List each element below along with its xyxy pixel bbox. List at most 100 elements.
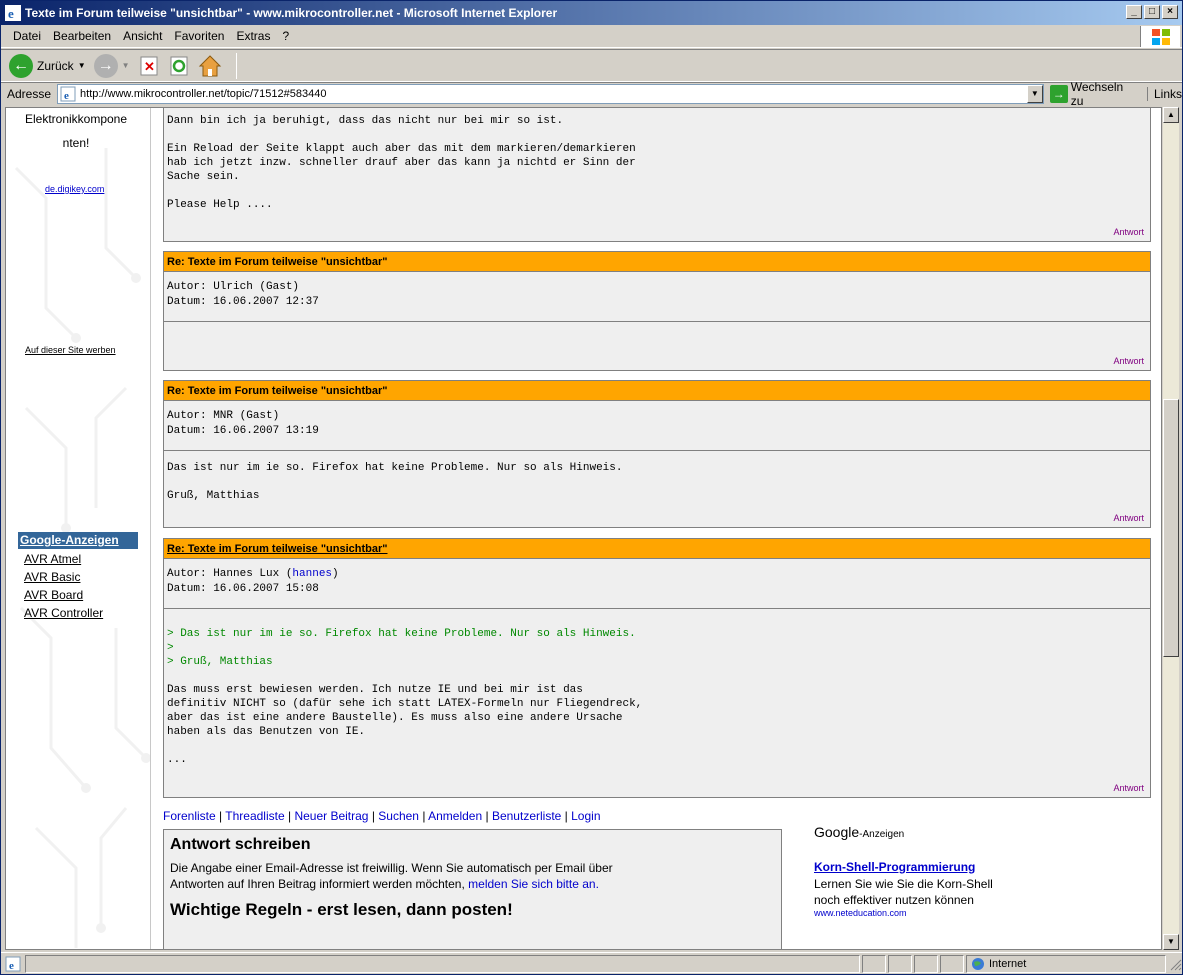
ad-title-link[interactable]: Korn-Shell-Programmierung (814, 860, 1014, 874)
google-ads-heading[interactable]: Google-Anzeigen (18, 532, 138, 549)
post-title: Re: Texte im Forum teilweise "unsichtbar… (164, 381, 1150, 401)
window-title: Texte im Forum teilweise "unsichtbar" - … (25, 6, 558, 20)
author-prefix: Autor: Hannes Lux ( (167, 568, 293, 580)
post-meta: Autor: Ulrich (Gast) Datum: 16.06.2007 1… (164, 272, 1150, 322)
post-body-hidden: ‾ ˙ ‾ ‾ ˙ ‾ ‾ ˙ ‾ ‾ ˙ ‾ ‾ ˙ ‾ ‾ ˙ (164, 322, 1150, 340)
forum-post: Re: Texte im Forum teilweise "unsichtbar… (163, 380, 1151, 528)
reply-link[interactable]: Antwort (1113, 227, 1144, 237)
go-button[interactable]: → Wechseln zu (1049, 80, 1139, 108)
address-dropdown-icon[interactable]: ▼ (1026, 85, 1043, 103)
circuit-pattern (14, 148, 151, 948)
go-arrow-icon: → (1049, 85, 1068, 103)
link-threadliste[interactable]: Threadliste (225, 809, 284, 823)
minimize-button[interactable]: _ (1126, 5, 1142, 19)
post-body: Das ist nur im ie so. Firefox hat keine … (167, 462, 623, 502)
address-input[interactable]: e http://www.mikrocontroller.net/topic/7… (57, 84, 1044, 104)
ad-url[interactable]: www.neteducation.com (814, 908, 1014, 918)
sidebar-ad-url[interactable]: de.digikey.com (45, 184, 104, 194)
menu-help[interactable]: ? (276, 29, 295, 43)
post-body: Dann bin ich ja beruhigt, dass das nicht… (167, 115, 636, 211)
home-button[interactable] (198, 54, 222, 78)
status-cell (888, 954, 912, 973)
menu-favoriten[interactable]: Favoriten (168, 29, 230, 43)
login-link[interactable]: melden Sie sich bitte an. (468, 877, 599, 891)
reply-link[interactable]: Antwort (1113, 783, 1144, 793)
link-forenliste[interactable]: Forenliste (163, 809, 216, 823)
google-ad-avr-controller[interactable]: AVR Controller (24, 606, 103, 620)
browser-window: e Texte im Forum teilweise "unsichtbar" … (0, 0, 1183, 975)
google-ad-avr-basic[interactable]: AVR Basic (24, 570, 80, 584)
menu-datei[interactable]: Datei (7, 29, 47, 43)
svg-text:e: e (64, 90, 69, 102)
menu-ansicht[interactable]: Ansicht (117, 29, 168, 43)
resize-grip-icon[interactable] (1168, 957, 1182, 971)
address-url: http://www.mikrocontroller.net/topic/715… (80, 88, 327, 100)
stop-button[interactable]: ✕ (138, 55, 160, 77)
menu-bearbeiten[interactable]: Bearbeiten (47, 29, 117, 43)
answer-info: Die Angabe einer Email-Adresse ist freiw… (170, 860, 630, 892)
svg-text:e: e (8, 6, 14, 21)
vertical-scrollbar[interactable]: ▲ ▼ (1162, 107, 1179, 950)
google-ad-avr-board[interactable]: AVR Board (24, 588, 83, 602)
post-meta: Autor: Hannes Lux (hannes) Datum: 16.06.… (164, 559, 1150, 609)
forum-post: Dann bin ich ja beruhigt, dass das nicht… (163, 108, 1151, 242)
google-ads-box: Google-Anzeigen Korn-Shell-Programmierun… (814, 824, 1014, 918)
close-button[interactable]: × (1162, 5, 1178, 19)
svg-text:✕: ✕ (144, 59, 155, 74)
status-cell (914, 954, 938, 973)
back-label: Zurück (37, 58, 74, 73)
menu-bar: Datei Bearbeiten Ansicht Favoriten Extra… (1, 25, 1182, 48)
windows-flag-icon (1151, 28, 1170, 45)
status-bar: e Internet (1, 952, 1182, 974)
status-cell (862, 954, 886, 973)
answer-title: Antwort schreiben (170, 836, 311, 853)
link-anmelden[interactable]: Anmelden (428, 809, 482, 823)
refresh-button[interactable] (168, 55, 190, 77)
scroll-down-icon[interactable]: ▼ (1163, 934, 1179, 950)
reply-link[interactable]: Antwort (1113, 513, 1144, 523)
author-link[interactable]: hannes (292, 568, 332, 580)
page-icon: e (60, 86, 76, 102)
page-viewport: Elektronikkompone nten! de.digikey.com A… (5, 107, 1162, 950)
toolbar: ← Zurück ▼ → ▼ ✕ (1, 49, 1182, 82)
footer-nav: Forenliste | Threadliste | Neuer Beitrag… (163, 809, 601, 823)
status-text (25, 954, 860, 973)
post-title[interactable]: Re: Texte im Forum teilweise "unsichtbar… (164, 539, 1150, 559)
globe-icon (972, 957, 984, 970)
refresh-icon (170, 56, 188, 75)
ad-text: Lernen Sie wie Sie die Korn-Shell noch e… (814, 877, 993, 907)
forward-button[interactable]: → ▼ (93, 53, 130, 78)
forum-post: Re: Texte im Forum teilweise "unsichtbar… (163, 251, 1151, 371)
google-logo-text: Google (814, 824, 860, 840)
post-title: Re: Texte im Forum teilweise "unsichtbar… (164, 252, 1150, 272)
back-button[interactable]: ← Zurück ▼ (9, 53, 86, 78)
forward-arrow-icon: → (93, 53, 118, 78)
reply-link[interactable]: Antwort (1113, 356, 1144, 366)
maximize-button[interactable]: □ (1144, 5, 1160, 19)
back-dropdown-icon[interactable]: ▼ (78, 61, 86, 70)
menu-extras[interactable]: Extras (230, 29, 276, 43)
scroll-up-icon[interactable]: ▲ (1163, 107, 1179, 123)
scroll-thumb[interactable] (1163, 399, 1179, 657)
author-suffix: ) (332, 568, 339, 580)
google-ad-avr-atmel[interactable]: AVR Atmel (24, 552, 81, 566)
link-suchen[interactable]: Suchen (378, 809, 419, 823)
go-label: Wechseln zu (1070, 80, 1124, 108)
forward-dropdown-icon[interactable]: ▼ (122, 61, 130, 70)
google-logo-suffix: -Anzeigen (859, 829, 905, 840)
link-neuer-beitrag[interactable]: Neuer Beitrag (294, 809, 368, 823)
post-date: Datum: 16.06.2007 15:08 (167, 583, 319, 595)
sidebar: Elektronikkompone nten! de.digikey.com A… (6, 108, 151, 949)
windows-logo (1140, 26, 1180, 47)
post-quote: > Das ist nur im ie so. Firefox hat kein… (167, 628, 636, 668)
home-icon (198, 54, 221, 76)
page-status-icon: e (5, 956, 21, 972)
link-benutzerliste[interactable]: Benutzerliste (492, 809, 561, 823)
ie-icon: e (5, 5, 21, 21)
links-button[interactable]: Links (1146, 87, 1182, 101)
link-login[interactable]: Login (571, 809, 600, 823)
stop-icon: ✕ (140, 56, 158, 75)
advertise-link[interactable]: Auf dieser Site werben (25, 345, 116, 355)
answer-box: Antwort schreiben Die Angabe einer Email… (163, 829, 782, 949)
back-arrow-icon: ← (9, 53, 33, 78)
